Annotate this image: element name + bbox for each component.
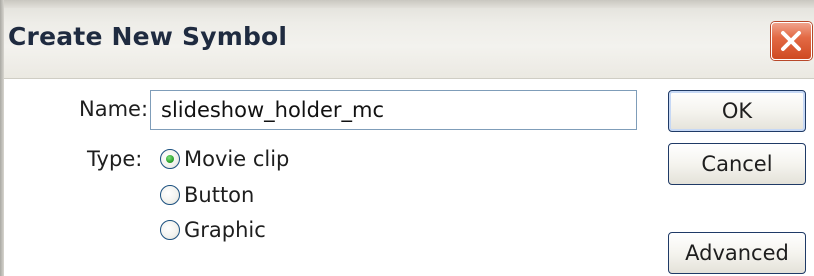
advanced-button[interactable]: Advanced (668, 232, 806, 274)
radio-movie-clip[interactable] (160, 149, 180, 169)
type-option-movie-clip[interactable]: Movie clip (160, 144, 289, 174)
cancel-button[interactable]: Cancel (668, 143, 806, 185)
title-bar[interactable]: Create New Symbol (0, 0, 814, 79)
radio-button[interactable] (160, 185, 180, 205)
create-new-symbol-dialog: Create New Symbol Name: slideshow_holder… (0, 0, 814, 276)
name-label: Name: (79, 97, 149, 121)
type-option-graphic[interactable]: Graphic (160, 215, 266, 245)
ok-button[interactable]: OK (668, 90, 806, 132)
radio-label-graphic: Graphic (184, 218, 266, 242)
close-button[interactable] (771, 22, 812, 60)
type-label: Type: (87, 147, 143, 171)
radio-label-button: Button (184, 183, 255, 207)
radio-label-movie-clip: Movie clip (184, 147, 290, 171)
radio-graphic[interactable] (160, 220, 180, 240)
name-input[interactable]: slideshow_holder_mc (150, 90, 637, 130)
title-bar-top-edge (0, 0, 814, 8)
dialog-title: Create New Symbol (8, 22, 288, 51)
close-icon (781, 31, 801, 51)
window-frame-left (0, 0, 4, 276)
type-option-button[interactable]: Button (160, 180, 254, 210)
